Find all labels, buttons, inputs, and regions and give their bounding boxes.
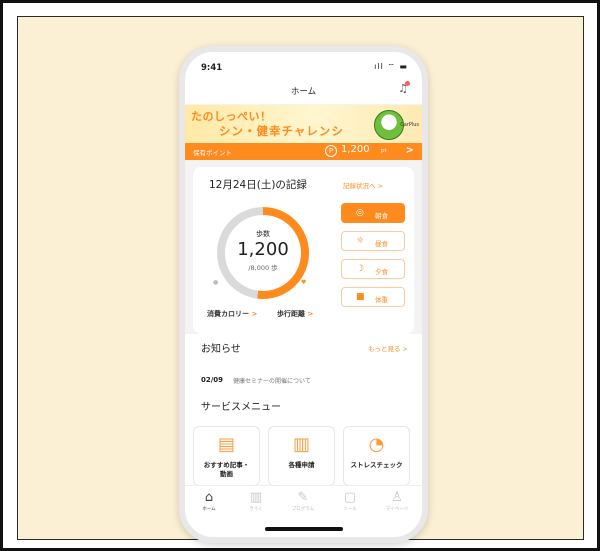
tab-mypage[interactable]: ♙ マイページ xyxy=(377,490,417,512)
calorie-link-label: 消費カロリー xyxy=(207,310,249,318)
meal-label: 体重 xyxy=(375,296,388,304)
challenge-banner[interactable]: たのしっぺい！ シン・健幸チャレンシ CarPlus 保有ポイント P 1,20… xyxy=(185,105,422,160)
background-panel: 9:41 ıll ⌔ ▬ ホーム ♫ たのしっぺい！ シン・健幸チャレンシ Ca… xyxy=(17,16,584,543)
person-icon: ♙ xyxy=(391,490,403,505)
banner-line1: たのしっぺい！ xyxy=(191,110,272,123)
check-circle-icon: ◎ xyxy=(356,208,364,218)
meal-label: 昼食 xyxy=(375,240,388,248)
chevron-right-icon: > xyxy=(251,310,258,318)
tab-tools[interactable]: ▢ ツール xyxy=(330,490,370,512)
tab-label: マイページ xyxy=(385,507,409,512)
article-icon: ▤ xyxy=(217,434,235,455)
breakfast-button[interactable]: ◎ 朝食 xyxy=(341,203,405,223)
steps-progress-ring[interactable]: 歩数 1,200 /8,000 歩 xyxy=(217,207,309,299)
chevron-right-icon: > xyxy=(307,310,314,318)
service-menu-section: サービスメニュー ▤ おすすめ記事・ 動画 ▥ 各種申請 ◔ ストレスチェック xyxy=(185,398,422,498)
bottom-tab-bar: ⌂ ホーム ▥ きろく ✎ プログラム ▢ ツール ♙ マイページ xyxy=(185,485,422,537)
more-link[interactable]: もっと見る > xyxy=(368,343,408,353)
app-header: ホーム ♫ xyxy=(185,80,422,104)
meal-label: 夕食 xyxy=(375,268,388,276)
notice-date: 02/09 xyxy=(201,376,224,384)
points-unit: pt xyxy=(381,148,387,154)
tab-records[interactable]: ▥ きろく xyxy=(236,490,276,512)
notice-title: お知らせ xyxy=(201,344,241,355)
notice-text: 健康セミナーの開催について xyxy=(233,378,311,385)
weight-button[interactable]: ■ 体重 xyxy=(341,287,405,307)
mascot-tag: CarPlus xyxy=(400,122,419,128)
stress-check-tile[interactable]: ◔ ストレスチェック xyxy=(343,426,410,486)
brain-icon: ◔ xyxy=(368,434,385,455)
calorie-link[interactable]: 消費カロリー > xyxy=(207,309,257,319)
tab-label: きろく xyxy=(249,507,263,512)
notification-dot xyxy=(405,81,410,86)
points-bar[interactable]: 保有ポイント P 1,200 pt > xyxy=(185,143,422,160)
points-label: 保有ポイント xyxy=(193,149,232,157)
tab-label: プログラム xyxy=(291,507,315,512)
applications-tile[interactable]: ▥ 各種申請 xyxy=(268,426,335,486)
sun-icon: ☼ xyxy=(356,236,365,246)
document-icon: ▥ xyxy=(292,434,310,455)
tile-label: おすすめ記事・ 動画 xyxy=(194,461,259,479)
distance-link-label: 歩行距離 xyxy=(277,310,305,318)
pencil-icon: ✎ xyxy=(297,490,309,505)
bag-icon: ▢ xyxy=(343,490,357,505)
home-indicator xyxy=(265,527,343,531)
tab-label: ツール xyxy=(343,507,357,512)
status-time: 9:41 xyxy=(201,63,223,73)
status-bar: 9:41 ıll ⌔ ▬ xyxy=(185,52,422,80)
outer-frame: 9:41 ıll ⌔ ▬ ホーム ♫ たのしっぺい！ シン・健幸チャレンシ Ca… xyxy=(0,0,600,551)
chart-icon: ▥ xyxy=(249,490,263,505)
phone-screen: 9:41 ıll ⌔ ▬ ホーム ♫ たのしっぺい！ シン・健幸チャレンシ Ca… xyxy=(185,52,422,537)
notice-section: お知らせ もっと見る > 02/09 健康セミナーの開催について xyxy=(185,334,422,398)
page-title: ホーム xyxy=(290,87,317,97)
dinner-button[interactable]: ☽ 夕食 xyxy=(341,259,405,279)
tile-label-text: おすすめ記事・ 動画 xyxy=(203,461,250,478)
steps-value: 1,200 xyxy=(237,239,289,260)
tab-home[interactable]: ⌂ ホーム xyxy=(189,490,229,512)
service-menu-title: サービスメニュー xyxy=(201,402,281,413)
points-icon: P xyxy=(325,145,337,157)
banner-line2: シン・健幸チャレンシ xyxy=(219,124,344,138)
points-value: 1,200 xyxy=(341,144,370,155)
steps-goal: /8,000 歩 xyxy=(248,264,278,272)
moon-icon: ☽ xyxy=(356,264,365,274)
recommended-articles-tile[interactable]: ▤ おすすめ記事・ 動画 xyxy=(193,426,260,486)
ring-end-heart-icon: ♥ xyxy=(301,279,307,286)
chevron-right-icon: > xyxy=(405,145,414,156)
ring-inner: 歩数 1,200 /8,000 歩 xyxy=(225,215,301,291)
record-status-link[interactable]: 記録状況へ > xyxy=(343,180,383,190)
lunch-button[interactable]: ☼ 昼食 xyxy=(341,231,405,251)
tab-label: ホーム xyxy=(202,507,216,512)
daily-record-card: 12月24日(土)の記録 記録状況へ > 歩数 1,200 /8,000 歩 ●… xyxy=(193,167,414,334)
ring-start-dot: ● xyxy=(213,279,219,286)
distance-link[interactable]: 歩行距離 > xyxy=(277,309,313,319)
steps-label: 歩数 xyxy=(256,230,270,238)
home-icon: ⌂ xyxy=(204,490,214,505)
tile-label: 各種申請 xyxy=(288,461,315,469)
phone-mockup: 9:41 ıll ⌔ ▬ ホーム ♫ たのしっぺい！ シン・健幸チャレンシ Ca… xyxy=(179,46,428,543)
meal-label: 朝食 xyxy=(375,212,388,220)
tab-program[interactable]: ✎ プログラム xyxy=(283,490,323,512)
tile-label: ストレスチェック xyxy=(350,461,403,469)
record-title: 12月24日(土)の記録 xyxy=(209,179,307,191)
scale-icon: ■ xyxy=(356,292,365,302)
signal-wifi-battery-icon: ıll ⌔ ▬ xyxy=(374,62,408,71)
